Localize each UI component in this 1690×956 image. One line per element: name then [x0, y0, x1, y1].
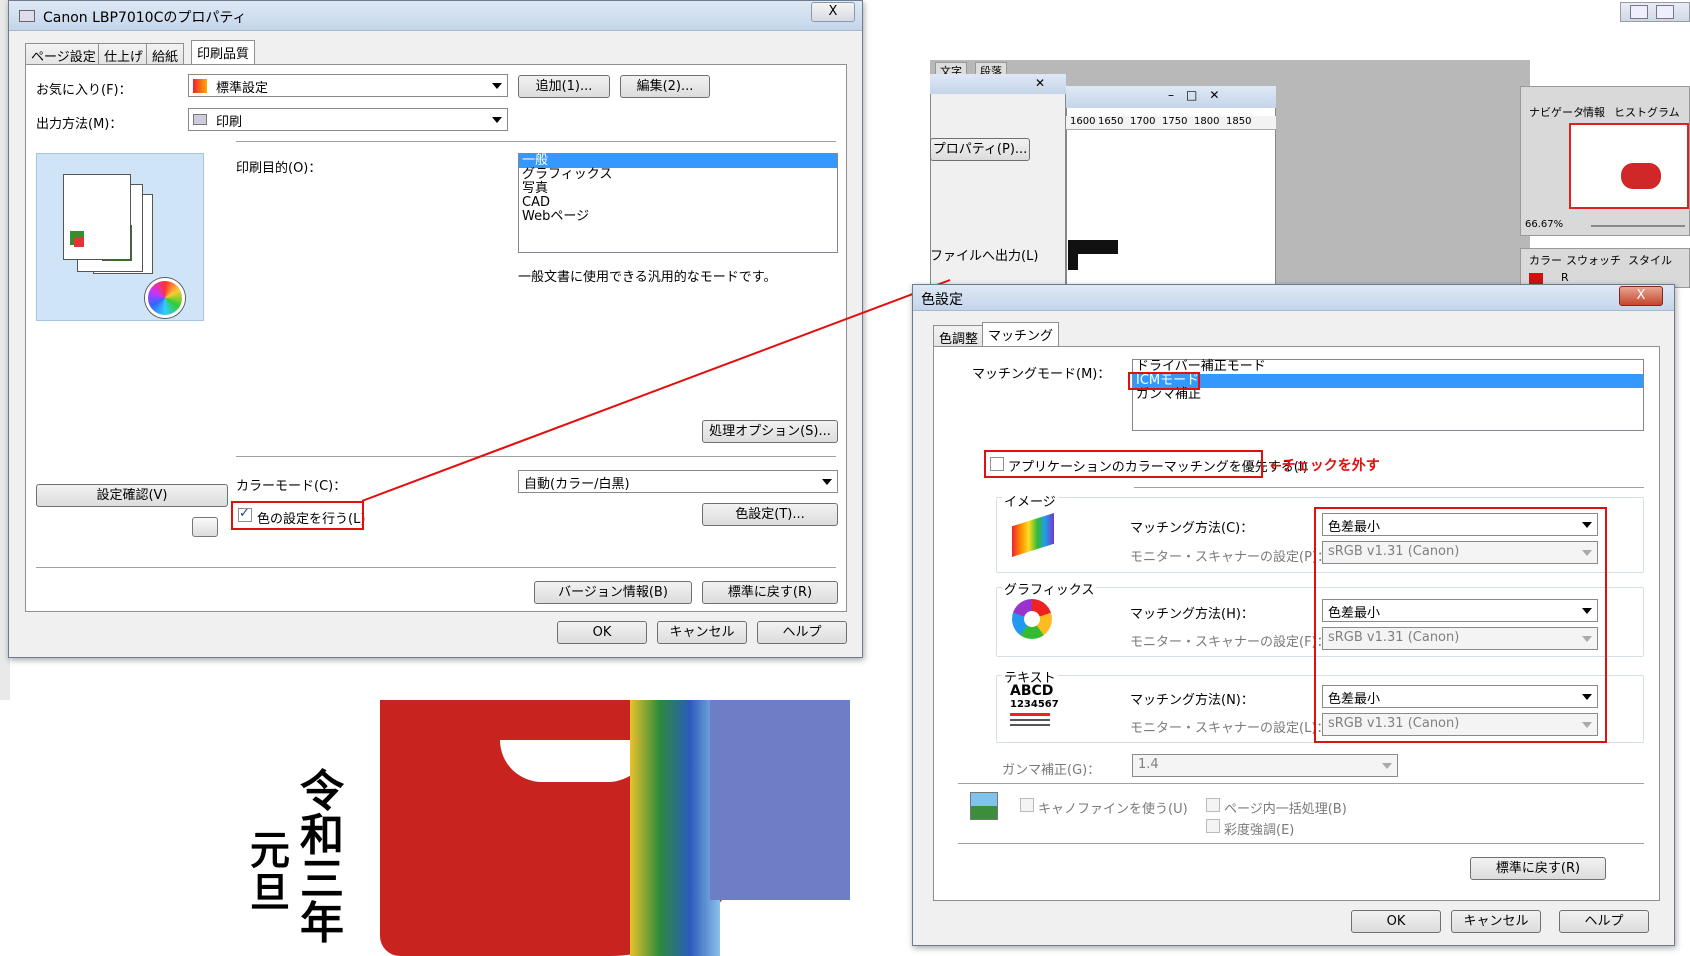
- landscape-image-icon: [970, 792, 998, 820]
- mode-icm[interactable]: ICMモード: [1133, 374, 1643, 388]
- graphics-method-label: マッチング方法(H)：: [1130, 607, 1254, 622]
- text-profile-label: モニター・スキャナーの設定(L)：: [1130, 721, 1330, 736]
- page-batch-label: ページ内一括処理(B): [1224, 802, 1347, 817]
- matching-panel: マッチングモード(M)： ドライバー補正モード ICMモード ガンマ補正 アプリ…: [933, 346, 1660, 901]
- gamma-label: ガンマ補正(G)：: [1002, 763, 1101, 778]
- tab-matching[interactable]: マッチング: [982, 322, 1060, 347]
- text-sample-bar: [1010, 713, 1050, 716]
- color-dialog-title: 色設定: [921, 292, 963, 308]
- text-sample-bar: [1010, 724, 1050, 726]
- image-method-label: マッチング方法(C)：: [1130, 521, 1254, 536]
- canofine-checkbox[interactable]: [1020, 798, 1034, 812]
- text-sample-line1: ABCD: [1010, 683, 1054, 699]
- tab-color-adjustment[interactable]: 色調整: [933, 325, 985, 347]
- image-profile-label: モニター・スキャナーの設定(P)：: [1130, 550, 1330, 565]
- restore-defaults-button[interactable]: 標準に戻す(R): [1470, 857, 1606, 880]
- saturation-label: 彩度強調(E): [1224, 823, 1295, 838]
- pie-center: [1024, 611, 1040, 627]
- graphics-profile-label: モニター・スキャナーの設定(F)：: [1130, 635, 1330, 650]
- pie-chart-icon: [1012, 599, 1052, 639]
- page-batch-checkbox[interactable]: [1206, 798, 1220, 812]
- text-sample-line2: 1234567: [1010, 699, 1059, 710]
- saturation-checkbox[interactable]: [1206, 819, 1220, 833]
- highlight-matching-methods: [1314, 507, 1607, 743]
- ok-button[interactable]: OK: [1351, 910, 1441, 933]
- color-settings-dialog: 色設定 X 色調整 マッチング マッチングモード(M)： ドライバー補正モード …: [912, 284, 1675, 946]
- chevron-down-icon: [1382, 763, 1392, 769]
- gamma-value: 1.4: [1138, 757, 1159, 772]
- highlight-icm-mode: [1128, 372, 1200, 390]
- text-method-label: マッチング方法(N)：: [1130, 693, 1254, 708]
- uncheck-annotation: ←チェックを外す: [1270, 458, 1380, 474]
- divider: [958, 783, 1644, 785]
- gamma-select[interactable]: 1.4: [1132, 754, 1398, 777]
- matching-mode-label: マッチングモード(M)：: [972, 367, 1111, 382]
- image-group-label: イメージ: [1002, 491, 1058, 510]
- callout-arrow-line: [361, 279, 951, 502]
- text-sample-bar: [1010, 719, 1050, 721]
- cancel-button[interactable]: キャンセル: [1451, 910, 1541, 933]
- highlight-app-matching: [984, 450, 1263, 478]
- canofine-label: キャノファインを使う(U): [1038, 802, 1188, 817]
- color-dialog-titlebar: 色設定 X: [913, 285, 1674, 311]
- mode-gamma-correction[interactable]: ガンマ補正: [1133, 388, 1643, 402]
- help-button[interactable]: ヘルプ: [1559, 910, 1649, 933]
- close-button[interactable]: X: [1619, 286, 1663, 306]
- graphics-group-label: グラフィックス: [1002, 579, 1097, 598]
- matching-mode-list[interactable]: ドライバー補正モード ICMモード ガンマ補正: [1132, 359, 1644, 431]
- divider: [958, 843, 1644, 845]
- divider: [1134, 487, 1644, 489]
- mode-driver-correction[interactable]: ドライバー補正モード: [1133, 360, 1643, 374]
- text-sample-icon: ABCD 1234567: [1010, 683, 1059, 729]
